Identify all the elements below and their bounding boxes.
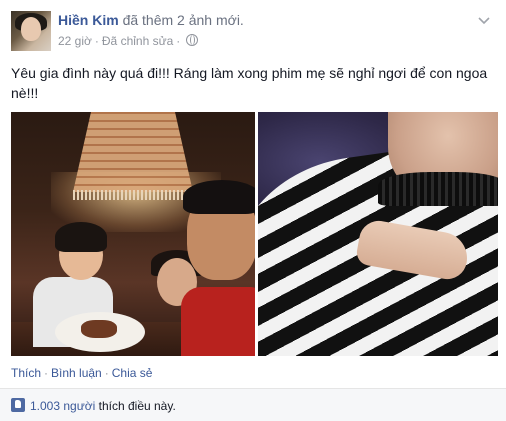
facebook-post: Hiền Kim đã thêm 2 ảnh mới. 22 giờ · Đã ch… [0,0,506,421]
post-actions: Thích · Bình luận · Chia sẻ [11,366,152,380]
post-timestamp[interactable]: 22 giờ [58,34,92,48]
avatar-face [21,17,41,41]
meta-separator: · [94,34,99,48]
edited-label[interactable]: Đã chỉnh sửa [102,34,173,48]
post-meta: 22 giờ · Đã chỉnh sửa · [58,34,199,48]
post-header: Hiền Kim đã thêm 2 ảnh mới. [58,12,244,28]
black-lace [378,172,498,206]
share-link[interactable]: Chia sẻ [112,366,153,380]
photo-pregnant-belly[interactable] [258,112,498,356]
like-link[interactable]: Thích [11,366,41,380]
chevron-down-icon[interactable] [476,14,492,28]
child-hair [55,222,107,252]
likes-bar: 1.003 người thích điều này. [0,388,506,421]
post-message-line-1: Yêu gia đình này quá đi!!! Ráng làm xong… [11,65,488,81]
meta-separator-2: · [176,34,181,48]
likes-count-link[interactable]: 1.003 người [30,399,95,413]
post-action-text: đã thêm 2 ảnh mới. [122,12,244,28]
author-name-link[interactable]: Hiền Kim [58,12,119,28]
post-message-line-2: nè!!! [11,85,39,101]
globe-icon[interactable] [186,34,199,46]
lamp-shade [73,112,193,192]
photo-family-dinner[interactable] [11,112,255,356]
man-hair [183,180,255,214]
thumbs-up-icon [11,398,25,412]
likes-suffix: thích điều này. [98,399,176,413]
author-avatar[interactable] [11,11,51,51]
man-shirt [181,287,255,356]
action-separator-2: · [104,366,109,380]
lamp-fringe [73,190,193,200]
action-separator: · [44,366,49,380]
likes-summary: 1.003 người thích điều này. [30,399,176,413]
steak [81,320,117,338]
post-message: Yêu gia đình này quá đi!!! Ráng làm xong… [11,63,491,103]
comment-link[interactable]: Bình luận [51,366,102,380]
